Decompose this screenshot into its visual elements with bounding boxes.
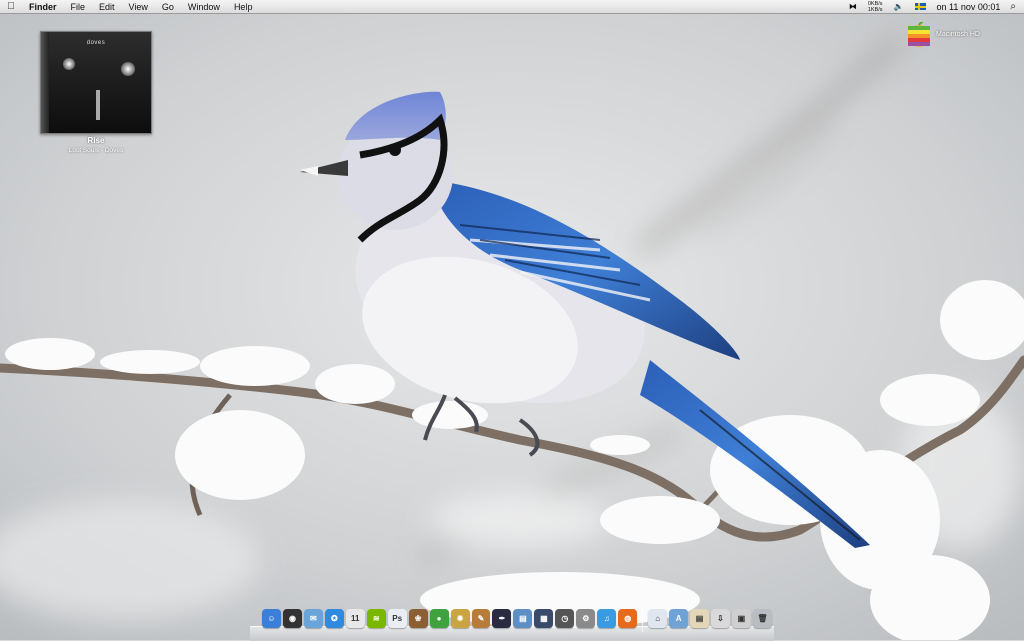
now-playing-track: Rise <box>87 136 105 145</box>
now-playing-artist: Lost Souls - Doves <box>68 147 124 154</box>
applications-folder-icon[interactable]: A <box>669 609 689 628</box>
album-cover-text: doves <box>86 40 106 46</box>
downloads-stack-icon[interactable]: ⇩ <box>711 609 730 628</box>
itunes-icon[interactable]: ♫ <box>597 609 617 628</box>
pictures-stack-icon[interactable]: ▣ <box>731 609 751 628</box>
mail-icon[interactable]: ✉ <box>303 609 323 628</box>
documents-stack-icon[interactable]: ▤ <box>690 609 710 628</box>
trash-icon[interactable]: 🗑 <box>752 609 772 628</box>
notes-icon[interactable]: ✎ <box>471 609 491 628</box>
ical-icon[interactable]: 11 <box>345 609 365 628</box>
quill-icon[interactable]: ✒ <box>492 609 512 628</box>
apple-icon[interactable]:  <box>0 1 22 12</box>
menu-help[interactable]: Help <box>227 0 260 14</box>
preview-icon[interactable]: ▤ <box>513 609 533 628</box>
album-light-left <box>63 58 75 70</box>
dashboard-icon[interactable]: ◉ <box>282 609 302 628</box>
menu-edit[interactable]: Edit <box>92 0 122 14</box>
volume-icon[interactable]: 🔈 <box>888 0 910 14</box>
menu-window[interactable]: Window <box>181 0 227 14</box>
firefox-icon[interactable]: ◍ <box>618 609 638 628</box>
timemachine-icon[interactable]: ◷ <box>555 609 575 628</box>
spotlight-search-icon[interactable]: ⌕ <box>1006 1 1024 12</box>
macintosh-hd-label[interactable]: Macintosh HD <box>936 31 980 38</box>
album-figure <box>96 90 100 120</box>
menu-file[interactable]: File <box>64 0 93 14</box>
spaces-icon[interactable]: ▦ <box>534 609 554 628</box>
macintosh-hd-icon[interactable] <box>906 22 932 48</box>
menu-extras: ⧓ 0KB/s 1KB/s 🔈 on 11 nov 00:01 ⌕ <box>843 0 1024 14</box>
dock: ☺ ◉ ✉ ✪ 11 ≋ Ps ❀ ● ✹ ✎ ✒ ▤ ▦ ◷ ⚙ ♫ ◍ ⌂ A ▤ ⇩ ▣ 🗑 <box>258 608 776 636</box>
plant-icon[interactable]: ✹ <box>450 609 470 628</box>
system-preferences-icon[interactable]: ⚙ <box>576 609 596 628</box>
network-stats[interactable]: 0KB/s 1KB/s <box>863 1 888 13</box>
album-cover[interactable]: doves <box>40 31 152 134</box>
menu-go[interactable]: Go <box>155 0 181 14</box>
input-source-flag-icon[interactable] <box>914 3 926 10</box>
adium-icon[interactable]: ● <box>429 609 449 628</box>
menu-bar:  Finder File Edit View Go Window Help ⧓… <box>0 0 1024 14</box>
menu-view[interactable]: View <box>122 0 155 14</box>
menu-finder[interactable]: Finder <box>22 0 64 14</box>
photoshop-icon[interactable]: Ps <box>387 609 407 628</box>
finder-icon[interactable]: ☺ <box>262 609 281 628</box>
home-folder-icon[interactable]: ⌂ <box>648 609 668 628</box>
iphoto-icon[interactable]: ❀ <box>408 609 428 628</box>
net-up-label: 1KB/s <box>867 6 883 13</box>
activity-monitor-icon[interactable]: ⧓ <box>843 0 863 14</box>
album-light-right <box>121 62 135 76</box>
desktop-wallpaper <box>0 0 1024 640</box>
spotify-icon[interactable]: ≋ <box>366 609 386 628</box>
jewel-case-spine <box>41 32 49 133</box>
safari-icon[interactable]: ✪ <box>324 609 344 628</box>
menu-clock[interactable]: on 11 nov 00:01 <box>931 2 1007 12</box>
dock-separator <box>642 608 644 632</box>
